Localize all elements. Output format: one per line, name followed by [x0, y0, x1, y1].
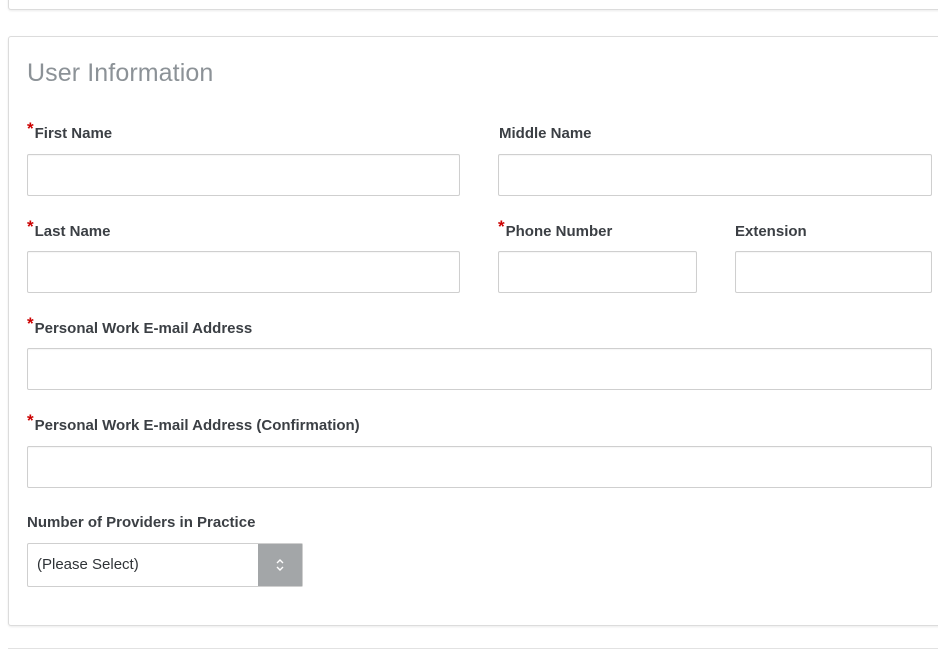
middle-name-label: Middle Name — [499, 125, 592, 142]
required-marker: * — [27, 119, 34, 138]
last-name-label: *Last Name — [27, 217, 111, 241]
first-name-label: *First Name — [27, 119, 113, 143]
up-down-chevron-icon-graphic — [276, 559, 284, 571]
phone-number-input[interactable] — [498, 251, 697, 293]
providers-select-value: (Please Select) — [37, 556, 139, 573]
phone-number-label-text: Phone Number — [505, 223, 613, 240]
providers-select[interactable]: (Please Select) — [27, 543, 303, 587]
last-name-input[interactable] — [27, 251, 460, 293]
email-label-text: Personal Work E-mail Address — [34, 320, 253, 337]
providers-label: Number of Providers in Practice — [27, 514, 256, 531]
previous-card — [8, 0, 938, 10]
first-name-input[interactable] — [27, 154, 460, 196]
phone-number-label: *Phone Number — [498, 217, 613, 241]
first-name-label-text: First Name — [34, 125, 113, 142]
section-title: User Information — [27, 59, 214, 87]
middle-name-input[interactable] — [498, 154, 932, 196]
user-information-card: User Information *First Name Middle Name… — [8, 36, 938, 626]
email-confirmation-label: *Personal Work E-mail Address (Confirmat… — [27, 411, 360, 435]
required-marker: * — [27, 217, 34, 236]
required-marker: * — [498, 217, 505, 236]
email-input[interactable] — [27, 348, 932, 390]
required-marker: * — [27, 411, 34, 430]
last-name-label-text: Last Name — [34, 223, 111, 240]
up-down-chevron-icon[interactable] — [258, 544, 302, 586]
extension-label: Extension — [735, 223, 807, 240]
page: User Information *First Name Middle Name… — [0, 0, 938, 651]
required-marker: * — [27, 314, 34, 333]
email-label: *Personal Work E-mail Address — [27, 314, 253, 338]
extension-input[interactable] — [735, 251, 932, 293]
email-confirmation-input[interactable] — [27, 446, 932, 488]
email-confirmation-label-text: Personal Work E-mail Address (Confirmati… — [34, 417, 360, 434]
